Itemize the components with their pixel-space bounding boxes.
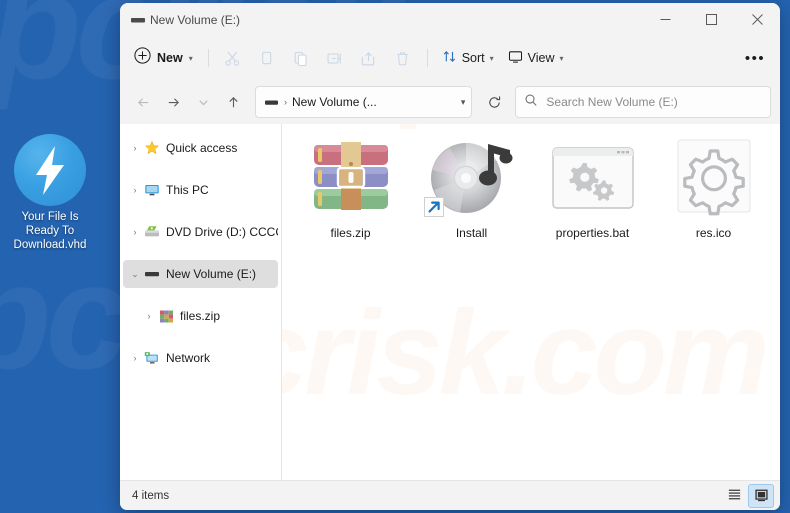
- window-body: › Quick access › This PC › DVD Drive (D:…: [120, 124, 780, 480]
- gear-icon-file: [666, 138, 762, 218]
- window-watermark: pcrisk.com: [282, 286, 770, 420]
- search-icon: [524, 93, 538, 112]
- new-button[interactable]: New ▾: [128, 43, 201, 73]
- drive-icon: [264, 95, 280, 109]
- search-placeholder: Search New Volume (E:): [546, 95, 678, 109]
- monitor-icon: [508, 49, 523, 67]
- chevron-down-icon: ▾: [489, 53, 494, 63]
- rename-button[interactable]: [318, 43, 352, 73]
- desktop-icon-label-line2: Ready To: [25, 225, 75, 237]
- chevron-down-icon[interactable]: ⌄: [127, 269, 143, 279]
- sidebar-item-dvd-drive[interactable]: › DVD Drive (D:) CCCC: [123, 218, 279, 246]
- media-disc-icon: [423, 138, 520, 218]
- breadcrumb-path: New Volume (...: [292, 95, 377, 109]
- new-button-label: New: [157, 51, 183, 65]
- address-bar[interactable]: › New Volume (... ▾: [255, 86, 473, 118]
- see-more-button[interactable]: •••: [738, 43, 772, 73]
- file-item-res-ico[interactable]: res.ico: [653, 130, 774, 240]
- minimize-button[interactable]: [642, 3, 688, 36]
- drive-icon: [129, 12, 147, 28]
- view-button[interactable]: View ▾: [501, 43, 571, 73]
- window-controls: [642, 3, 780, 36]
- star-icon: [143, 140, 161, 156]
- file-item-install[interactable]: Install: [411, 130, 532, 240]
- sidebar-item-label: New Volume (E:): [166, 267, 257, 281]
- up-button[interactable]: [219, 88, 247, 116]
- desktop-icon-label-line1: Your File Is: [21, 211, 79, 223]
- recent-locations-button[interactable]: [189, 88, 217, 116]
- cut-button[interactable]: [216, 43, 250, 73]
- chevron-down-icon[interactable]: ▾: [461, 97, 466, 108]
- monitor-icon: [143, 182, 161, 198]
- delete-button[interactable]: [386, 43, 420, 73]
- file-item-properties-bat[interactable]: properties.bat: [532, 130, 653, 240]
- command-bar: New ▾ Sort ▾ View ▾ •••: [120, 36, 780, 80]
- sidebar-item-this-pc[interactable]: › This PC: [123, 176, 278, 204]
- winrar-archive-icon: [303, 138, 399, 218]
- sidebar-item-new-volume-e[interactable]: ⌄ New Volume (E:): [123, 260, 278, 288]
- sidebar-item-label: files.zip: [180, 309, 221, 323]
- view-toggle-group: [722, 483, 774, 508]
- chevron-right-icon[interactable]: ›: [127, 185, 143, 195]
- network-icon: [143, 350, 161, 366]
- refresh-button[interactable]: [479, 88, 509, 116]
- sort-label: Sort: [461, 51, 485, 65]
- sidebar-item-label: This PC: [166, 183, 209, 197]
- search-box[interactable]: Search New Volume (E:): [515, 86, 771, 118]
- window-title: New Volume (E:): [150, 12, 241, 27]
- paste-button[interactable]: [284, 43, 318, 73]
- status-bar: 4 items: [120, 480, 780, 510]
- sidebar-item-quick-access[interactable]: › Quick access: [123, 134, 278, 162]
- breadcrumb-separator: ›: [284, 97, 287, 107]
- batch-script-icon: [545, 138, 641, 218]
- view-label: View: [527, 51, 555, 65]
- forward-button[interactable]: [159, 88, 187, 116]
- drive-icon: [143, 266, 161, 282]
- chevron-right-icon[interactable]: ›: [127, 227, 143, 237]
- bolt-icon: [14, 134, 86, 206]
- file-name: Install: [455, 226, 488, 240]
- file-list-pane[interactable]: pcrisk.com pcrisk.com: [282, 124, 780, 480]
- sort-arrows-icon: [442, 49, 457, 67]
- sort-button[interactable]: Sort ▾: [435, 43, 501, 73]
- desktop: pcrisk pcrisk Your File Is Ready To Down…: [0, 0, 790, 513]
- maximize-button[interactable]: [688, 3, 734, 36]
- copy-button[interactable]: [250, 43, 284, 73]
- share-button[interactable]: [352, 43, 386, 73]
- desktop-icon-your-file-is-ready-to-download[interactable]: Your File Is Ready To Download.vhd: [4, 134, 96, 252]
- navigation-pane: › Quick access › This PC › DVD Drive (D:…: [120, 124, 282, 480]
- file-grid: files.zip Install properties.bat res.ico: [282, 130, 780, 240]
- desktop-icon-label: Your File Is Ready To Download.vhd: [4, 210, 96, 252]
- toolbar-divider-2: [426, 49, 428, 67]
- chevron-right-icon[interactable]: ›: [141, 311, 157, 321]
- large-icons-view-button[interactable]: [748, 483, 774, 508]
- desktop-icon-label-line3: Download.vhd: [13, 239, 87, 251]
- chevron-down-icon: ▾: [559, 53, 564, 63]
- file-item-files-zip[interactable]: files.zip: [290, 130, 411, 240]
- close-button[interactable]: [734, 3, 780, 36]
- sidebar-item-label: Network: [166, 351, 211, 365]
- dvd-drive-icon: [143, 224, 161, 240]
- address-bar-row: › New Volume (... ▾ Search New Volume (E…: [120, 80, 780, 124]
- file-name: properties.bat: [555, 226, 630, 240]
- details-view-button[interactable]: [722, 484, 746, 506]
- file-name: files.zip: [330, 226, 371, 240]
- sidebar-item-files-zip[interactable]: › files.zip: [137, 302, 278, 330]
- file-explorer-window: New Volume (E:) New ▾ Sort ▾ View ▾ ••• …: [120, 3, 780, 510]
- chevron-right-icon[interactable]: ›: [127, 353, 143, 363]
- chevron-down-icon: ▾: [188, 53, 193, 63]
- chevron-right-icon[interactable]: ›: [127, 143, 143, 153]
- toolbar-divider: [207, 49, 209, 67]
- file-name: res.ico: [695, 226, 732, 240]
- shortcut-arrow-icon: [423, 197, 444, 217]
- sidebar-item-label: DVD Drive (D:) CCCC: [166, 225, 278, 239]
- back-button[interactable]: [129, 88, 157, 116]
- plus-circle-icon: [134, 47, 151, 69]
- zip-icon: [157, 308, 175, 324]
- title-bar[interactable]: New Volume (E:): [120, 3, 780, 36]
- sidebar-item-label: Quick access: [166, 141, 238, 155]
- sidebar-item-network[interactable]: › Network: [123, 344, 278, 372]
- item-count-label: 4 items: [132, 489, 170, 502]
